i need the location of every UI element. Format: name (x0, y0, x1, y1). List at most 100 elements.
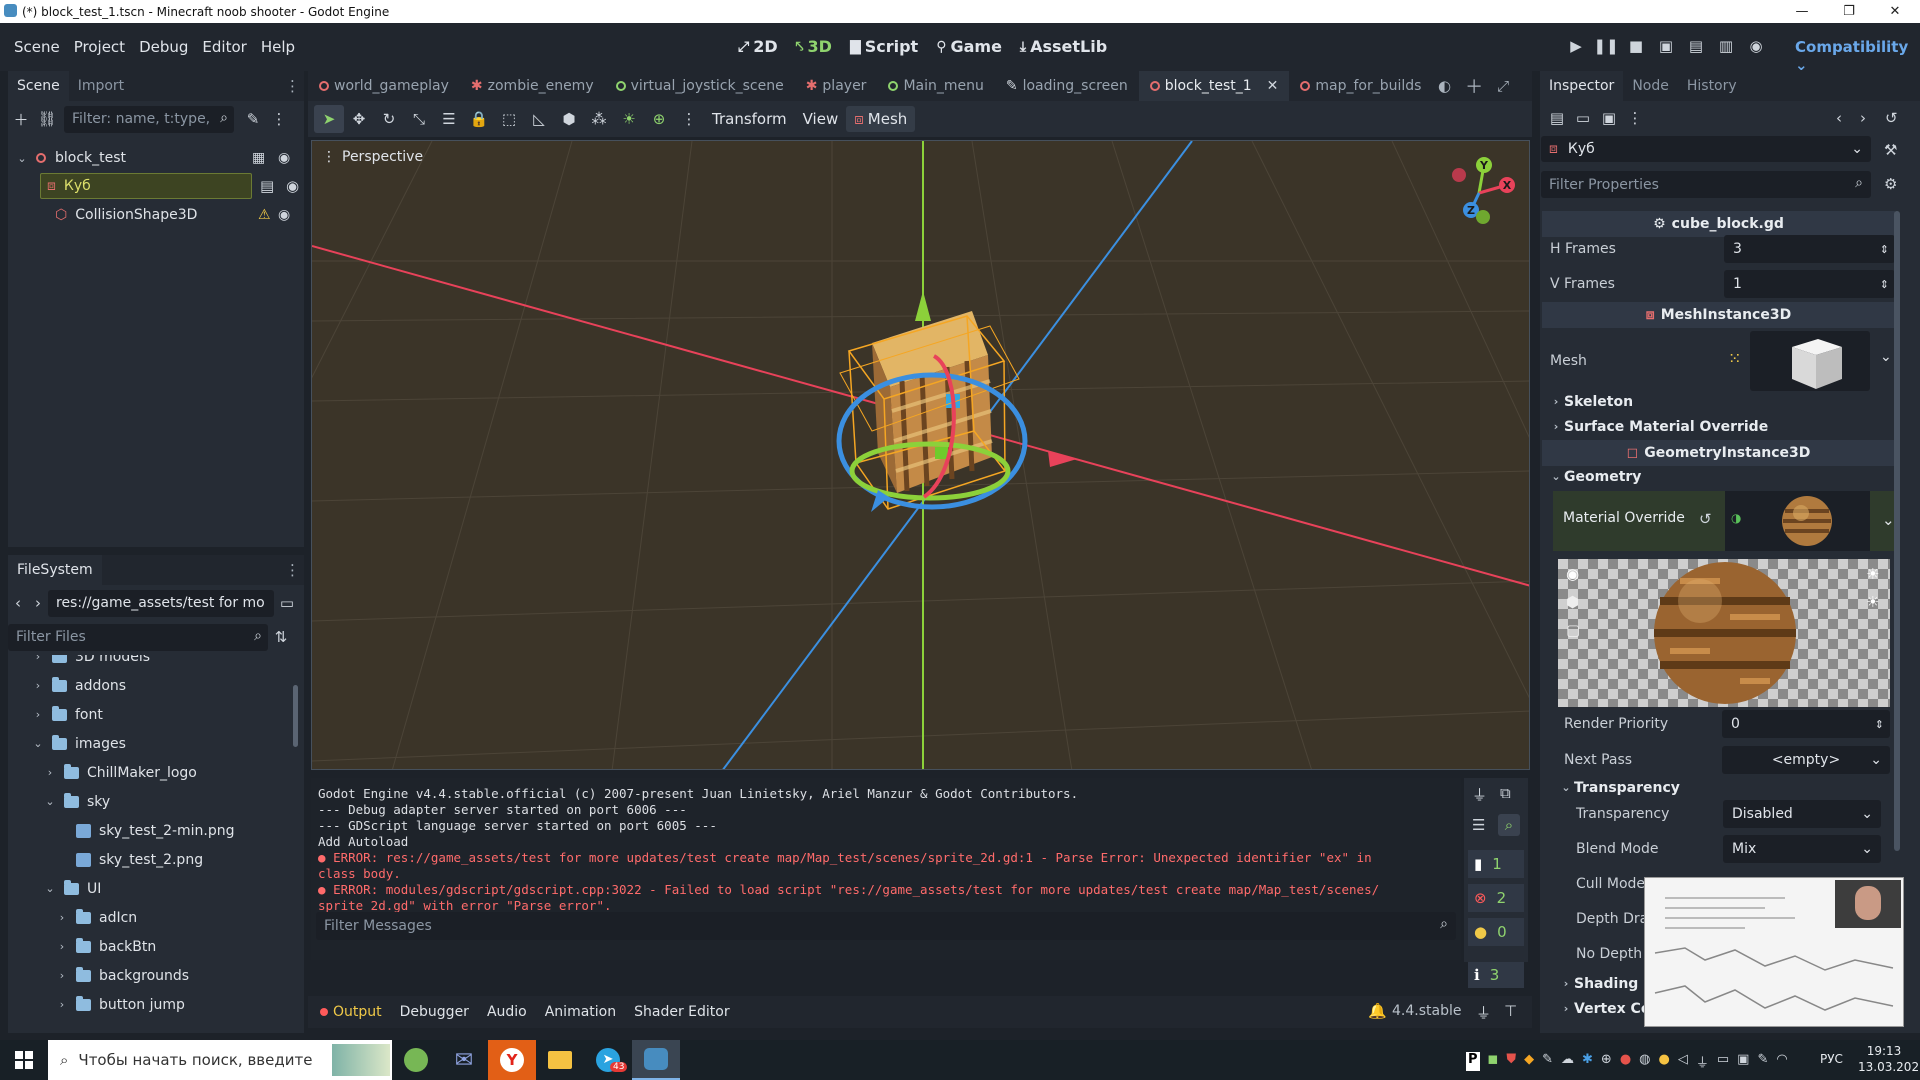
meshinstance3d-header[interactable]: ⧈ MeshInstance3D (1542, 302, 1895, 328)
usb-icon[interactable]: ⏚ (1696, 1052, 1709, 1071)
property-options-icon[interactable]: ⚙ (1884, 175, 1897, 193)
render-priority-spinbox[interactable]: 0 ⇕ (1722, 710, 1890, 738)
file-tree-folder[interactable]: ⌄ UI (42, 874, 101, 903)
object-selector[interactable]: ⧈ Куб ⌄ (1541, 136, 1871, 162)
h-frames-spinbox[interactable]: 3 ⇕ (1724, 235, 1895, 263)
link-icon[interactable]: ⛓ (34, 106, 60, 132)
orientation-gizmo[interactable]: Y X Z (1442, 153, 1522, 233)
pause-icon[interactable]: ❚❚ (1593, 33, 1619, 59)
geometry-group[interactable]: ⌄ Geometry (1548, 464, 1641, 489)
new-resource-icon[interactable]: ▤ (1544, 105, 1570, 131)
menu-project[interactable]: Project (67, 38, 132, 56)
menu-editor[interactable]: Editor (195, 38, 253, 56)
collapse-icon[interactable]: ☰ (1472, 816, 1485, 834)
v-frames-spinbox[interactable]: 1 ⇕ (1724, 270, 1895, 298)
display-icon[interactable]: ▣ (1737, 1052, 1749, 1071)
taskbar-search-box[interactable]: ⌕ Чтобы начать поиск, введите (48, 1040, 392, 1080)
chevron-right-icon[interactable]: › (42, 766, 58, 779)
workspace-game-button[interactable]: ⚲ Game (936, 37, 1002, 56)
chevron-right-icon[interactable]: › (54, 998, 70, 1011)
workspace-2d-button[interactable]: ⤢ 2D (738, 37, 778, 56)
chevron-down-icon[interactable]: ⌄ (42, 795, 58, 808)
renderer-selector[interactable]: Compatibility ⌄ (1795, 38, 1920, 74)
tray-yandex-icon[interactable]: ● (1620, 1052, 1631, 1071)
visibility-eye-icon[interactable]: ◉ (286, 177, 299, 195)
battery-icon[interactable]: ▭ (1717, 1052, 1729, 1071)
tray-chat-icon[interactable]: ✎ (1542, 1052, 1553, 1071)
scene-tab-world-gameplay[interactable]: world_gameplay (308, 71, 460, 101)
local-space-icon[interactable]: ⬢ (554, 105, 584, 133)
wifi-icon[interactable]: ◠ (1776, 1052, 1787, 1071)
chevron-down-icon[interactable]: ⌄ (1882, 511, 1895, 529)
sort-icon[interactable]: ⇅ (268, 624, 294, 650)
collapse-arrow-icon[interactable]: ⌄ (14, 152, 30, 165)
scene-tab-block-test-1[interactable]: block_test_1 ✕ (1138, 71, 1290, 101)
copy-icon[interactable]: ⧉ (1500, 784, 1511, 802)
transform-menu[interactable]: Transform (704, 110, 795, 128)
tab-audio[interactable]: Audio (487, 1004, 527, 1020)
revert-icon[interactable]: ↺ (1699, 510, 1712, 528)
vertex-color-group[interactable]: › Vertex Col (1558, 996, 1656, 1021)
skeleton-group[interactable]: › Skeleton (1548, 389, 1633, 414)
next-pass-picker[interactable]: <empty> ⌄ (1722, 746, 1890, 774)
tray-steam-icon[interactable]: ◍ (1639, 1052, 1650, 1071)
scene-tab-zombie-enemy[interactable]: ✱ zombie_enemy (460, 71, 605, 101)
tab-shader-editor[interactable]: Shader Editor (634, 1004, 729, 1020)
scale-tool-icon[interactable]: ⤡ (404, 105, 434, 133)
minimize-button[interactable]: — (1779, 0, 1825, 23)
file-tree-folder[interactable]: › font (30, 700, 103, 729)
tray-app-icon[interactable]: P (1466, 1052, 1480, 1071)
file-tree-file[interactable]: sky_test_2-min.png (54, 816, 235, 845)
script-attach-icon[interactable]: ✎ (240, 106, 266, 132)
tray-cloud-icon[interactable]: ☁ (1561, 1052, 1574, 1071)
tab-import[interactable]: Import (69, 71, 133, 101)
load-resource-icon[interactable]: ▭ (1570, 105, 1596, 131)
tab-filesystem[interactable]: FileSystem (8, 555, 102, 585)
box-shape-icon[interactable]: ▢ (1566, 621, 1580, 639)
close-window-button[interactable]: ✕ (1872, 0, 1918, 23)
tray-shield-icon[interactable]: ⛊ (1506, 1052, 1516, 1071)
tab-output[interactable]: Output (333, 1004, 382, 1020)
menu-debug[interactable]: Debug (132, 38, 195, 56)
chevron-right-icon[interactable]: › (54, 969, 70, 982)
pen-icon[interactable]: ✎ (1757, 1052, 1768, 1071)
file-tree-folder[interactable]: › backgrounds (54, 961, 189, 990)
light1-toggle-icon[interactable]: ◉ (1566, 565, 1579, 583)
ruler-icon[interactable]: ◺ (524, 105, 554, 133)
chevron-down-icon[interactable]: ⌄ (42, 882, 58, 895)
play-custom-scene-icon[interactable]: ▥ (1713, 33, 1739, 59)
search-toggle-icon[interactable]: ⌕ (1498, 814, 1520, 836)
close-tab-icon[interactable]: ✕ (1267, 78, 1279, 94)
chevron-right-icon[interactable]: › (54, 940, 70, 953)
taskbar-app-mail[interactable]: ✉ (440, 1040, 488, 1080)
tab-debugger[interactable]: Debugger (400, 1004, 469, 1020)
object-tools-icon[interactable]: ⚒ (1884, 141, 1897, 159)
play-scene-icon[interactable]: ▤ (1683, 33, 1709, 59)
tab-node[interactable]: Node (1623, 71, 1678, 101)
file-tree-folder[interactable]: ⌄ images (30, 729, 126, 758)
expand-panel-icon[interactable]: ⊤ (1504, 1002, 1517, 1020)
file-tree-folder[interactable]: › backBtn (54, 932, 156, 961)
file-tree-folder[interactable]: › ChillMaker_logo (42, 758, 197, 787)
perspective-menu[interactable]: ⋮ Perspective (322, 149, 423, 165)
surface-override-group[interactable]: › Surface Material Override (1548, 414, 1768, 439)
scene-filter-input[interactable]: Filter: name, t:type, ⌕ (64, 105, 234, 133)
tray-nvidia-icon[interactable]: ◼ (1488, 1052, 1499, 1071)
file-tree-folder[interactable]: › addons (30, 671, 126, 700)
file-tree-folder[interactable]: › button jump (54, 990, 185, 1019)
add-tab-icon[interactable]: ＋ (1465, 73, 1483, 99)
scene-tab-loading-screen[interactable]: ✎ loading_screen (995, 71, 1139, 101)
pin-icon[interactable]: ⏚ (1476, 1002, 1491, 1023)
stop-icon[interactable]: ■ (1623, 33, 1649, 59)
bluetooth-icon[interactable]: ✱ (1582, 1052, 1593, 1071)
scene-tab-virtual-joystick-scene[interactable]: virtual_joystick_scene (605, 71, 795, 101)
chevron-right-icon[interactable]: › (54, 911, 70, 924)
chevron-right-icon[interactable]: › (30, 679, 46, 692)
sun-preview-icon[interactable]: ☀ (614, 105, 644, 133)
warnings-filter[interactable]: ● 0 (1468, 918, 1524, 946)
workspace-3d-button[interactable]: ⤣ 3D (796, 37, 832, 56)
geometryinstance3d-header[interactable]: ◻ GeometryInstance3D (1542, 440, 1895, 466)
movie-maker-icon[interactable]: ◉ (1743, 33, 1769, 59)
mesh-menu[interactable]: ⧈ Mesh (846, 106, 916, 132)
light-icon[interactable]: ☀ (1866, 565, 1879, 583)
